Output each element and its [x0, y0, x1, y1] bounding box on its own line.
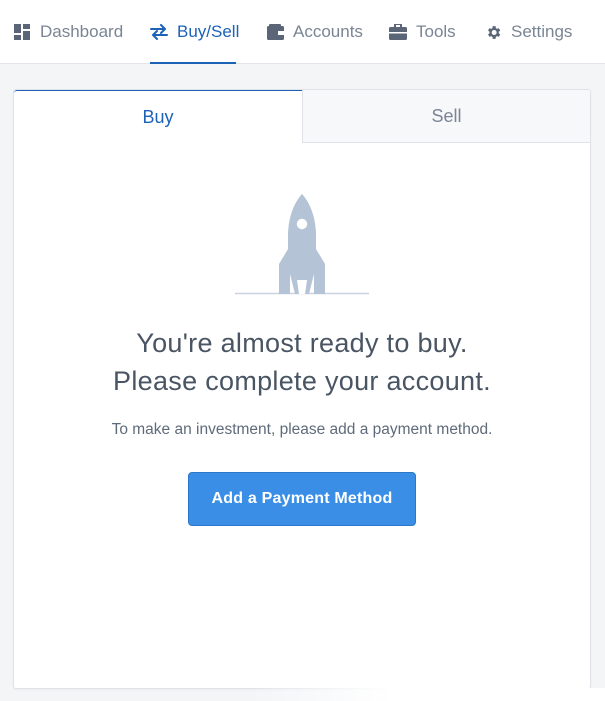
nav-item-dashboard[interactable]: Dashboard	[13, 0, 123, 64]
nav-item-buy-sell[interactable]: Buy/Sell	[150, 0, 239, 64]
gear-icon	[484, 23, 502, 41]
nav-label-tools: Tools	[416, 22, 456, 41]
nav-label-buy-sell: Buy/Sell	[177, 22, 240, 41]
active-tab-underline	[150, 62, 236, 64]
add-payment-method-button[interactable]: Add a Payment Method	[188, 472, 416, 526]
dashboard-grid-icon	[13, 23, 31, 41]
nav-label-accounts: Accounts	[293, 22, 363, 41]
wallet-icon	[266, 23, 284, 41]
tab-buy[interactable]: Buy	[14, 90, 302, 143]
nav-item-settings[interactable]: Settings	[484, 0, 572, 64]
payment-instruction-text: To make an investment, please add a paym…	[111, 421, 493, 438]
rocket-icon	[235, 194, 369, 296]
nav-label-settings: Settings	[511, 22, 573, 41]
top-navigation: Dashboard Buy/Sell Accounts Tools Settin…	[0, 0, 605, 64]
swap-arrows-icon	[150, 23, 168, 41]
briefcase-icon	[389, 23, 407, 41]
nav-label-dashboard: Dashboard	[40, 22, 124, 41]
nav-item-tools[interactable]: Tools	[389, 0, 456, 64]
tab-sell[interactable]: Sell	[302, 90, 590, 143]
bottom-fade	[250, 688, 605, 701]
nav-item-accounts[interactable]: Accounts	[266, 0, 363, 64]
headline-line-2: Please complete your account.	[113, 366, 491, 396]
headline-line-1: You're almost ready to buy.	[136, 328, 468, 358]
buy-sell-panel: Buy Sell You're almost ready to buy. Ple…	[13, 89, 591, 689]
